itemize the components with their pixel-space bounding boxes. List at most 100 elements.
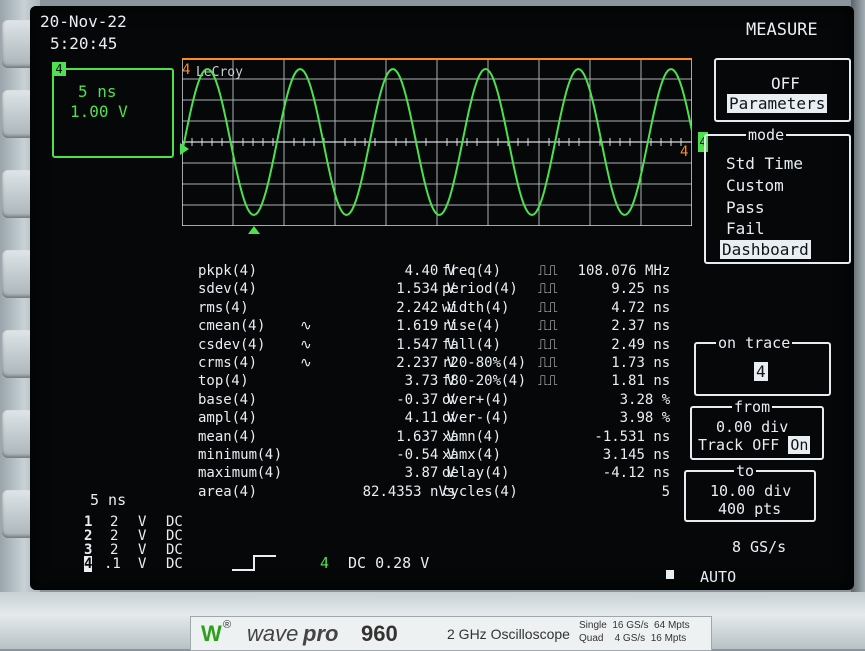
from-button[interactable]: from 0.00 div Track OFF On xyxy=(690,398,824,460)
measurement-channel: 4 xyxy=(264,447,274,463)
paren-close: ) xyxy=(248,391,258,408)
paren-close: ) xyxy=(257,336,266,353)
pulse-icon: ⎍⎍ xyxy=(538,373,558,390)
measurement-channel: 4 xyxy=(483,318,493,335)
measurement-channel: 4 xyxy=(483,447,493,463)
on-trace-value: 4 xyxy=(754,362,768,381)
paren-close: ) xyxy=(240,299,249,316)
channel-unit: V xyxy=(138,556,147,572)
mode-std-time[interactable]: Std Time xyxy=(726,154,803,173)
brand-name-bold: pro xyxy=(303,621,339,646)
measurement-name: over- xyxy=(442,410,485,427)
measurement-name: f80-20% xyxy=(442,373,502,390)
time-label: 5:20:45 xyxy=(50,34,118,53)
measurement-value: 4.72 ns xyxy=(611,299,671,316)
to-button[interactable]: to 10.00 div 400 pts xyxy=(684,462,816,522)
brand-name-italic: wave xyxy=(247,621,299,646)
paren-close: ) xyxy=(517,373,527,390)
cycle-icon: ∿ xyxy=(300,318,312,335)
measurement-channel: 4 xyxy=(231,299,240,316)
measurement-name: xamn xyxy=(442,428,476,445)
measurement-value: 3.28 % xyxy=(619,391,671,408)
to-title: to xyxy=(734,462,757,480)
sample-rate: 8 GS/s xyxy=(732,538,787,556)
measurement-name: cmean xyxy=(198,318,241,335)
measurement-channel: 4 xyxy=(492,391,501,408)
paren-close: ) xyxy=(501,391,510,408)
trigger-info: DC 0.28 V xyxy=(348,554,430,572)
from-title: from xyxy=(732,398,773,416)
track-off: OFF xyxy=(752,436,780,454)
lecroy-w-logo: W xyxy=(201,621,222,646)
trace-end-marker: 4 xyxy=(680,144,688,160)
to-value: 10.00 div xyxy=(710,482,792,500)
pulse-icon: ⎍⎍ xyxy=(538,281,558,298)
measurement-channel: 4 xyxy=(483,428,493,445)
mode-menu[interactable]: mode Std Time Custom Pass Fail Dashboard xyxy=(704,126,851,264)
measurement-name: base xyxy=(198,391,232,408)
measurement-name: sdev xyxy=(198,281,232,298)
track-row[interactable]: Track OFF On xyxy=(698,436,811,454)
measurement-name: minimum xyxy=(198,447,258,463)
paren-close: ) xyxy=(492,318,502,335)
paren-close: ) xyxy=(501,465,510,482)
mode-fail[interactable]: Fail xyxy=(726,219,765,238)
measurement-channel: 4 xyxy=(248,336,257,353)
measurement-value: 9.25 ns xyxy=(611,281,671,298)
parameters-label: Parameters xyxy=(727,94,828,113)
track-on: On xyxy=(788,436,811,454)
channel-volts: 1.00 V xyxy=(70,102,128,121)
pulse-icon: ⎍⎍ xyxy=(538,336,558,353)
measurement-channel: 4 xyxy=(239,391,249,408)
measurement-channel: 4 xyxy=(239,483,249,500)
measurement-name: r20-80% xyxy=(442,355,502,371)
paren-close: ) xyxy=(248,263,258,279)
measurement-channel: 4 xyxy=(239,281,249,298)
cycle-icon: ∿ xyxy=(300,336,312,353)
measurement-channel: 4 xyxy=(500,483,509,500)
measurement-name: top xyxy=(198,373,224,390)
channel-4-box[interactable]: 4 5 ns 1.00 V xyxy=(52,62,174,158)
measurement-value: -1.531 ns xyxy=(594,428,671,445)
paren-close: ) xyxy=(248,355,258,371)
measurement-name: freq xyxy=(442,263,476,279)
date-label: 20-Nov-22 xyxy=(40,12,127,31)
channel-coupling: DC xyxy=(166,556,183,572)
measurement-channel: 4 xyxy=(492,299,501,316)
trace-start-marker: 4 xyxy=(182,62,190,78)
measurement-channel: 4 xyxy=(483,263,493,279)
measurement-name: fall xyxy=(442,336,476,353)
paren-close: ) xyxy=(248,428,258,445)
measurement-channel: 4 xyxy=(483,336,493,353)
paren-close: ) xyxy=(509,483,518,500)
from-value: 0.00 div xyxy=(716,418,789,436)
paren-close: ) xyxy=(501,299,510,316)
mode-dashboard[interactable]: Dashboard xyxy=(720,240,811,259)
parameters-button[interactable]: OFF Parameters xyxy=(714,58,851,122)
measurement-value: 3.98 % xyxy=(619,410,671,427)
spec-quad: Quad 4 GS/s 16 Mpts xyxy=(579,633,687,644)
measurement-name: width xyxy=(442,299,485,316)
measurement-name: csdev xyxy=(198,336,241,353)
measurement-name: pkpk xyxy=(198,263,232,279)
measurement-channel: 4 xyxy=(500,281,509,298)
channel-badge: 4 xyxy=(52,62,66,76)
ground-level-arrow[interactable] xyxy=(180,143,189,155)
measurement-value: 3.145 ns xyxy=(602,447,671,463)
mode-custom[interactable]: Custom xyxy=(726,176,784,195)
timebase-summary: 5 ns xyxy=(90,491,127,509)
measurement-value: 1.81 ns xyxy=(611,373,671,390)
cycle-icon: ∿ xyxy=(300,355,312,371)
on-trace-button[interactable]: on trace 4 xyxy=(694,334,831,396)
measurement-channel: 4 xyxy=(508,373,518,390)
spec-single: Single 16 GS/s 64 Mpts xyxy=(579,620,690,631)
registered-icon: ® xyxy=(223,619,232,631)
off-label: OFF xyxy=(771,74,800,93)
measurement-name: area xyxy=(198,483,232,500)
mode-pass[interactable]: Pass xyxy=(726,198,765,217)
to-pts: 400 pts xyxy=(718,500,782,518)
pulse-icon: ⎍⎍ xyxy=(538,318,558,335)
waveform-display[interactable]: LeCroy 4 4 xyxy=(181,57,693,227)
paren-close: ) xyxy=(273,465,283,482)
trigger-position-arrow[interactable] xyxy=(248,226,260,234)
